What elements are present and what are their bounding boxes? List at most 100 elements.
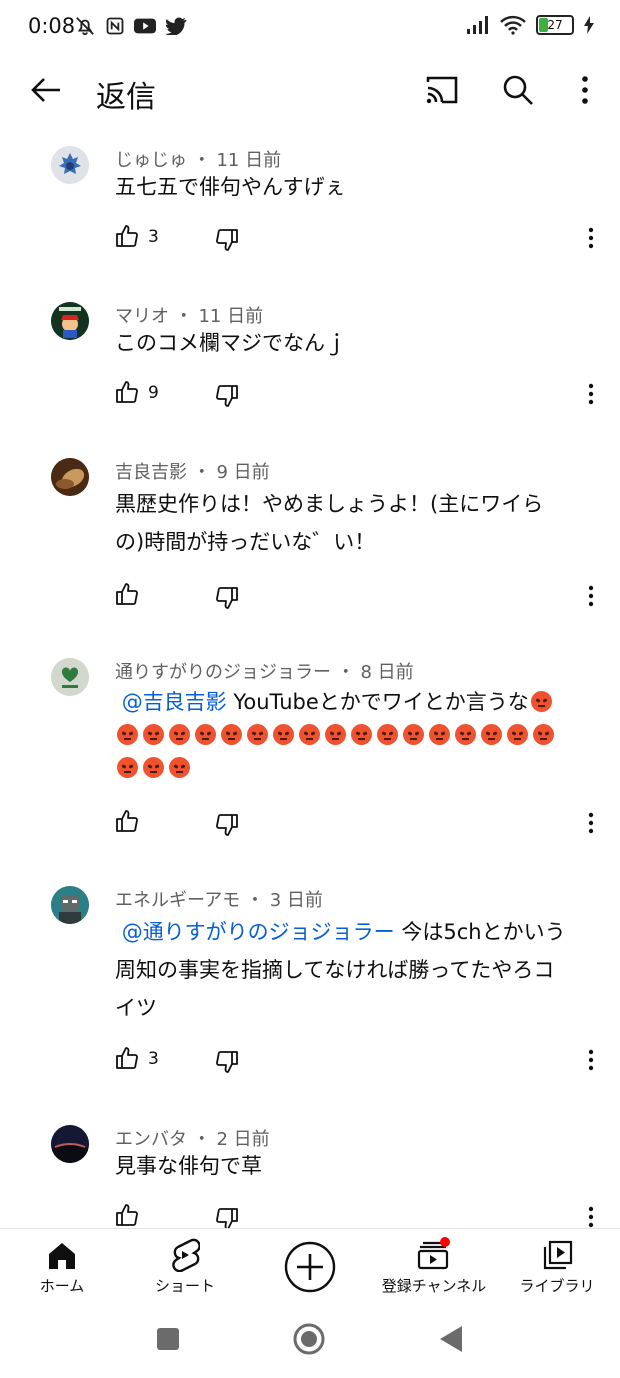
search-icon[interactable]: [502, 74, 534, 106]
avatar[interactable]: [51, 1125, 89, 1163]
comment-more-icon[interactable]: [585, 1048, 597, 1072]
back-button-icon[interactable]: [438, 1324, 464, 1354]
create-button[interactable]: [284, 1229, 338, 1305]
cast-icon[interactable]: [424, 74, 460, 106]
avatar[interactable]: [51, 146, 89, 184]
angry-face-icon: [403, 724, 424, 745]
dislike-icon[interactable]: [215, 228, 239, 252]
angry-face-icon: [325, 724, 346, 745]
twitter-status-icon: [165, 17, 187, 35]
bottom-navigation: ホーム ショート 登録チャンネル ライブラリ: [0, 1228, 620, 1305]
comment-text: @吉良吉影 YouTubeとかでワイとか言うな: [115, 686, 595, 785]
angry-face-icon: [117, 757, 138, 778]
comment-more-icon[interactable]: [585, 382, 597, 406]
dislike-icon[interactable]: [215, 384, 239, 408]
comment-age: 3 日前: [269, 890, 323, 911]
shorts-icon: [172, 1238, 200, 1272]
mention-link[interactable]: @吉良吉影: [122, 690, 227, 714]
avatar[interactable]: [51, 302, 89, 340]
avatar[interactable]: [51, 458, 89, 496]
battery-indicator: 27: [536, 15, 574, 35]
status-time: 0:08: [28, 14, 76, 38]
library-icon: [543, 1240, 573, 1270]
home-button-icon[interactable]: [292, 1322, 326, 1356]
angry-face-icon: [221, 724, 242, 745]
like-icon[interactable]: [115, 1046, 139, 1070]
page-title: 返信: [96, 80, 156, 115]
avatar[interactable]: [51, 886, 89, 924]
system-navigation-bar: [0, 1304, 620, 1378]
angry-face-icon: [169, 724, 190, 745]
nav-subscriptions-label: 登録チャンネル: [381, 1277, 487, 1295]
dislike-icon[interactable]: [215, 813, 239, 837]
mention-link[interactable]: @通りすがりのジョジョラー: [122, 920, 395, 944]
signal-icon: [467, 16, 488, 34]
comment-author[interactable]: 吉良吉影: [115, 462, 187, 483]
comment-text: このコメ欄マジでなんｊ: [115, 331, 346, 355]
comment-more-icon[interactable]: [585, 226, 597, 250]
angry-face-icon: [143, 724, 164, 745]
nav-library-label: ライブラリ: [519, 1277, 595, 1295]
comment-author[interactable]: 通りすがりのジョジョラー: [115, 662, 331, 683]
angry-face-icon: [273, 724, 294, 745]
mario-avatar-icon: [51, 302, 89, 340]
nav-library[interactable]: ライブラリ: [514, 1229, 600, 1305]
charging-icon: [584, 16, 594, 34]
comment-text: @通りすがりのジョジョラー 今は5chとかいう 周知の事実を指摘してなければ勝っ…: [115, 920, 566, 1020]
angry-face-icon: [195, 724, 216, 745]
avatar[interactable]: [51, 658, 89, 696]
nav-shorts-label: ショート: [154, 1277, 215, 1295]
angry-face-icon: [530, 691, 552, 712]
dislike-icon[interactable]: [215, 1050, 239, 1074]
nav-home-label: ホーム: [39, 1277, 85, 1295]
character-avatar-icon: [51, 886, 89, 924]
recents-button-icon[interactable]: [155, 1326, 181, 1352]
angry-face-icon: [143, 757, 164, 778]
portrait-avatar-icon: [51, 458, 89, 496]
create-plus-icon: [284, 1241, 336, 1293]
angry-face-icon: [533, 724, 554, 745]
mascot-avatar-icon: [51, 146, 89, 184]
comment-text: 黒歴史作りは！やめましょうよ！(主にワイら の)時間が持っだいな゛い！: [115, 492, 544, 554]
comment-text: 見事な俳句で草: [115, 1154, 262, 1178]
comment-age: 9 日前: [216, 462, 270, 483]
green-heart-avatar-icon: [51, 658, 89, 696]
comment-more-icon[interactable]: [585, 811, 597, 835]
notifications-off-icon: [76, 17, 94, 36]
nav-subscriptions[interactable]: 登録チャンネル: [374, 1229, 494, 1305]
like-icon[interactable]: [115, 380, 139, 404]
comment-age: 8 日前: [360, 662, 414, 683]
comment-more-icon[interactable]: [585, 584, 597, 608]
back-arrow-icon[interactable]: [26, 72, 66, 108]
wifi-icon: [500, 15, 526, 35]
night-sky-avatar-icon: [51, 1125, 89, 1163]
angry-face-icon: [247, 724, 268, 745]
subscriptions-icon: [417, 1237, 450, 1270]
angry-face-icon: [507, 724, 528, 745]
angry-face-icon: [455, 724, 476, 745]
nav-shorts[interactable]: ショート: [140, 1229, 230, 1305]
like-icon[interactable]: [115, 582, 139, 606]
comment-text: 五七五で俳句やんすげぇ: [115, 175, 346, 199]
more-options-icon[interactable]: [572, 74, 598, 106]
angry-face-icon: [429, 724, 450, 745]
youtube-status-icon: [134, 18, 156, 34]
angry-face-icon: [481, 724, 502, 745]
like-count: 3: [148, 227, 159, 247]
like-icon[interactable]: [115, 224, 139, 248]
angry-face-icon: [299, 724, 320, 745]
like-icon[interactable]: [115, 1203, 139, 1227]
status-bar: 0:08 27: [0, 0, 620, 58]
nfc-icon: [106, 17, 124, 35]
angry-face-icon: [117, 724, 138, 745]
nav-home[interactable]: ホーム: [22, 1229, 102, 1305]
comment-author[interactable]: エネルギーアモ: [115, 890, 240, 911]
dislike-icon[interactable]: [215, 586, 239, 610]
like-count: 9: [148, 383, 159, 403]
comment-more-icon[interactable]: [585, 1205, 597, 1229]
angry-face-icon: [351, 724, 372, 745]
angry-face-icon: [169, 757, 190, 778]
angry-face-icon: [377, 724, 398, 745]
like-icon[interactable]: [115, 809, 139, 833]
home-icon: [49, 1243, 75, 1269]
